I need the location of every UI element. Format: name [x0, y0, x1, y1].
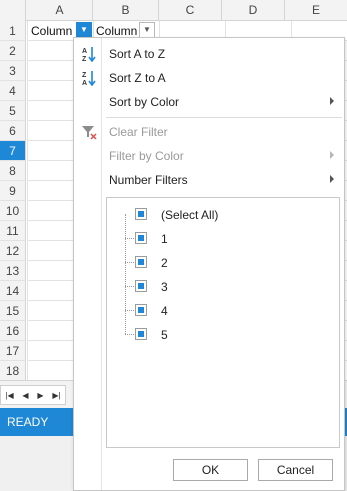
- checkbox[interactable]: [135, 256, 147, 268]
- row-header[interactable]: 5: [0, 101, 26, 121]
- cancel-button[interactable]: Cancel: [258, 459, 333, 481]
- ok-button[interactable]: OK: [173, 459, 248, 481]
- row-header[interactable]: 3: [0, 61, 26, 81]
- filter-value-label: 5: [161, 328, 168, 342]
- filter-dropdown-icon: ▼: [143, 25, 151, 34]
- menu-item-filter-by-color[interactable]: Filter by Color: [74, 144, 344, 168]
- column-header-b[interactable]: B: [93, 0, 159, 21]
- row-header[interactable]: 11: [0, 221, 26, 241]
- menu-item-label: Sort Z to A: [109, 71, 166, 85]
- row-header[interactable]: 7: [0, 141, 26, 161]
- first-sheet-icon[interactable]: |◀: [5, 391, 13, 400]
- row-header[interactable]: 12: [0, 241, 26, 261]
- filter-value-label: 2: [161, 256, 168, 270]
- row-header[interactable]: 13: [0, 261, 26, 281]
- sort-ascending-icon: A Z: [80, 45, 98, 63]
- row-header[interactable]: 9: [0, 181, 26, 201]
- next-sheet-icon[interactable]: ▶: [37, 391, 43, 400]
- submenu-arrow-icon: [330, 97, 334, 105]
- menu-item-number-filters[interactable]: Number Filters: [74, 168, 344, 192]
- filter-value-item[interactable]: 5: [107, 323, 339, 347]
- row-header[interactable]: 8: [0, 161, 26, 181]
- menu-item-label: Clear Filter: [109, 125, 168, 139]
- checkbox[interactable]: [135, 232, 147, 244]
- filter-value-label: 1: [161, 232, 168, 246]
- filter-value-label: 4: [161, 304, 168, 318]
- row-header[interactable]: 10: [0, 201, 26, 221]
- menu-item-sort-a-to-z[interactable]: A Z Sort A to Z: [74, 42, 344, 66]
- sheet-navigation: |◀ ◀ ▶ ▶|: [0, 385, 66, 405]
- sort-descending-icon: Z A: [80, 69, 98, 87]
- row-header[interactable]: 17: [0, 341, 26, 361]
- column-header-c[interactable]: C: [159, 0, 222, 21]
- menu-item-sort-z-to-a[interactable]: Z A Sort Z to A: [74, 66, 344, 90]
- menu-item-clear-filter[interactable]: Clear Filter: [74, 120, 344, 144]
- submenu-arrow-icon: [330, 175, 334, 183]
- row-header[interactable]: 15: [0, 301, 26, 321]
- filter-value-item[interactable]: 3: [107, 275, 339, 299]
- menu-item-sort-by-color[interactable]: Sort by Color: [74, 90, 344, 114]
- menu-item-label: Number Filters: [109, 173, 188, 187]
- filter-value-item[interactable]: 4: [107, 299, 339, 323]
- menu-item-label: Filter by Color: [109, 149, 184, 163]
- column-header-e[interactable]: E: [285, 0, 347, 21]
- filter-dropdown-icon: ▼: [80, 25, 88, 34]
- row-header[interactable]: 18: [0, 361, 26, 381]
- svg-text:A: A: [82, 80, 87, 87]
- column-a-filter-button[interactable]: ▼: [76, 22, 92, 38]
- filter-value-item[interactable]: 2: [107, 251, 339, 275]
- last-sheet-icon[interactable]: ▶|: [52, 391, 60, 400]
- filter-values-list[interactable]: (Select All) 1 2 3 4 5: [106, 197, 340, 448]
- funnel-clear-icon: [80, 123, 98, 141]
- autofilter-dropdown: A Z Sort A to Z Z A Sort Z to A Sort by …: [73, 37, 345, 491]
- row-header[interactable]: 6: [0, 121, 26, 141]
- filter-value-select-all[interactable]: (Select All): [107, 203, 339, 227]
- column-header-d[interactable]: D: [222, 0, 285, 21]
- column-headers: A B C D E: [0, 0, 347, 21]
- svg-text:Z: Z: [82, 72, 87, 79]
- column-header-a[interactable]: A: [27, 0, 93, 21]
- status-text: READY: [7, 415, 49, 429]
- cell-a1[interactable]: Column: [31, 21, 77, 41]
- svg-text:A: A: [82, 48, 87, 55]
- checkbox[interactable]: [135, 328, 147, 340]
- menu-item-label: Sort A to Z: [109, 47, 166, 61]
- svg-text:Z: Z: [82, 56, 87, 63]
- row-header[interactable]: 16: [0, 321, 26, 341]
- select-all-corner[interactable]: [0, 0, 26, 21]
- filter-value-item[interactable]: 1: [107, 227, 339, 251]
- row-header[interactable]: 14: [0, 281, 26, 301]
- row-header[interactable]: 1: [0, 21, 26, 41]
- submenu-arrow-icon: [330, 151, 334, 159]
- row-header[interactable]: 4: [0, 81, 26, 101]
- menu-separator: [106, 117, 342, 118]
- row-header[interactable]: 2: [0, 41, 26, 61]
- filter-value-label: (Select All): [161, 208, 219, 222]
- checkbox[interactable]: [135, 280, 147, 292]
- checkbox[interactable]: [135, 304, 147, 316]
- checkbox[interactable]: [135, 208, 147, 220]
- menu-item-label: Sort by Color: [109, 95, 180, 109]
- prev-sheet-icon[interactable]: ◀: [22, 391, 28, 400]
- filter-value-label: 3: [161, 280, 168, 294]
- column-b-filter-button[interactable]: ▼: [139, 22, 155, 38]
